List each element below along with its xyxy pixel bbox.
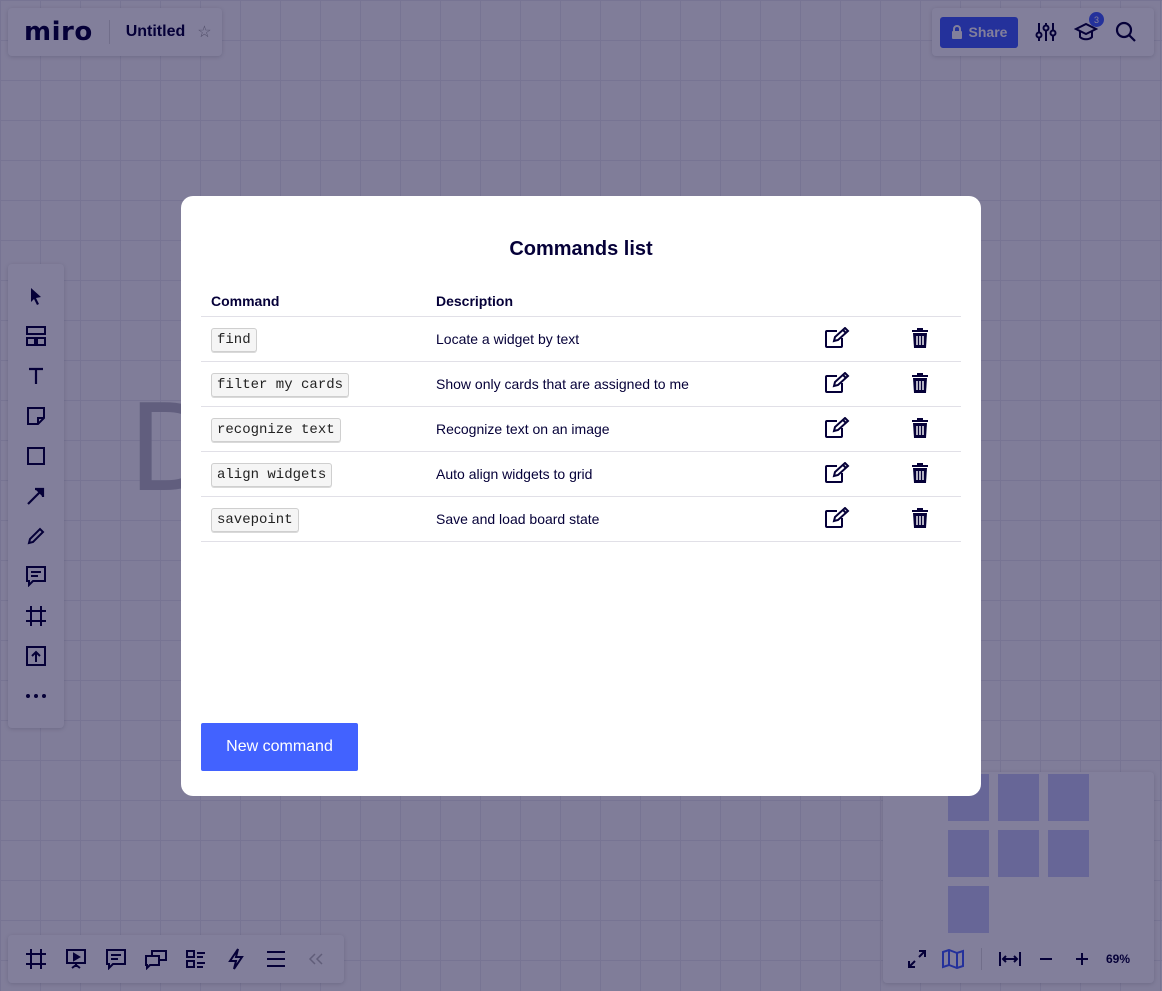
command-column-header: Command bbox=[201, 286, 426, 317]
edit-cell bbox=[795, 451, 878, 497]
edit-column-header bbox=[795, 286, 878, 317]
trash-icon[interactable] bbox=[911, 417, 929, 439]
command-name: find bbox=[211, 328, 257, 352]
table-row: align widgets Auto align widgets to grid bbox=[201, 451, 961, 497]
command-name: savepoint bbox=[211, 508, 299, 532]
command-cell: savepoint bbox=[201, 496, 426, 542]
commands-modal: Commands list Command Description find Lo… bbox=[181, 196, 981, 796]
edit-cell bbox=[795, 316, 878, 362]
command-name: align widgets bbox=[211, 463, 333, 487]
description-cell: Save and load board state bbox=[426, 496, 795, 542]
trash-icon[interactable] bbox=[911, 462, 929, 484]
description-cell: Recognize text on an image bbox=[426, 406, 795, 452]
trash-icon[interactable] bbox=[911, 327, 929, 349]
delete-cell bbox=[878, 406, 961, 452]
command-cell: align widgets bbox=[201, 451, 426, 497]
modal-title: Commands list bbox=[509, 238, 653, 260]
description-cell: Show only cards that are assigned to me bbox=[426, 361, 795, 407]
edit-icon[interactable] bbox=[824, 326, 850, 349]
table-row: find Locate a widget by text bbox=[201, 316, 961, 362]
command-cell: find bbox=[201, 316, 426, 362]
edit-cell bbox=[795, 406, 878, 452]
commands-table: Command Description find Locate a widget … bbox=[201, 286, 961, 542]
delete-cell bbox=[878, 316, 961, 362]
delete-cell bbox=[878, 496, 961, 542]
description-column-header: Description bbox=[426, 286, 795, 317]
table-header-row: Command Description bbox=[201, 286, 961, 317]
delete-column-header bbox=[878, 286, 961, 317]
command-name: filter my cards bbox=[211, 373, 350, 397]
description-cell: Locate a widget by text bbox=[426, 316, 795, 362]
trash-icon[interactable] bbox=[911, 507, 929, 529]
delete-cell bbox=[878, 451, 961, 497]
description-cell: Auto align widgets to grid bbox=[426, 451, 795, 497]
command-cell: recognize text bbox=[201, 406, 426, 452]
table-row: filter my cards Show only cards that are … bbox=[201, 361, 961, 407]
table-row: recognize text Recognize text on an image bbox=[201, 406, 961, 452]
trash-icon[interactable] bbox=[911, 372, 929, 394]
edit-icon[interactable] bbox=[824, 461, 850, 484]
new-command-button[interactable]: New command bbox=[201, 723, 358, 771]
delete-cell bbox=[878, 361, 961, 407]
edit-cell bbox=[795, 496, 878, 542]
edit-cell bbox=[795, 361, 878, 407]
command-name: recognize text bbox=[211, 418, 341, 442]
command-cell: filter my cards bbox=[201, 361, 426, 407]
edit-icon[interactable] bbox=[824, 506, 850, 529]
edit-icon[interactable] bbox=[824, 371, 850, 394]
edit-icon[interactable] bbox=[824, 416, 850, 439]
table-row: savepoint Save and load board state bbox=[201, 496, 961, 542]
